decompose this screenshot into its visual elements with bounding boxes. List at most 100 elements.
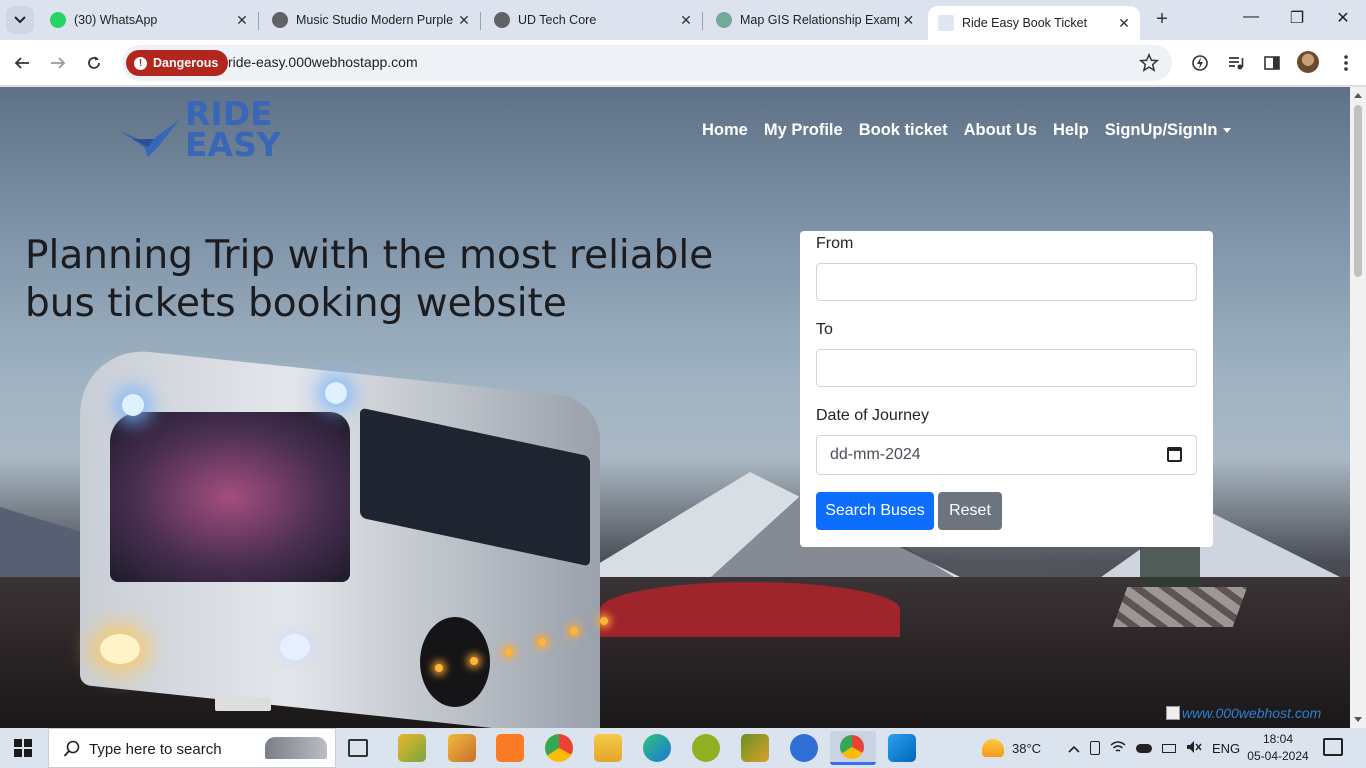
page-scrollbar[interactable] (1350, 87, 1366, 728)
bus-marker-light (600, 617, 608, 625)
notification-center-icon[interactable] (1323, 738, 1343, 756)
language-indicator[interactable]: ENG (1212, 728, 1240, 768)
url-text[interactable]: ride-easy.000webhostapp.com (228, 54, 418, 70)
chrome-icon[interactable] (545, 734, 573, 762)
show-hidden-icons-chevron-icon[interactable] (1068, 741, 1080, 756)
from-input[interactable] (816, 263, 1197, 301)
ride-easy-logo[interactable]: RIDE EASY (118, 97, 281, 163)
globe-icon (272, 12, 288, 28)
forward-button[interactable] (44, 49, 72, 77)
media-control-icon[interactable] (1224, 51, 1248, 75)
scroll-up-arrow-icon[interactable] (1354, 93, 1362, 98)
hero-section: RIDE EASY Home My Profile Book ticket Ab… (0, 87, 1350, 728)
search-icon (63, 740, 81, 763)
tab-map-gis[interactable]: Map GIS Relationship Examp ✕ (706, 6, 924, 34)
nav-help[interactable]: Help (1053, 121, 1089, 140)
nav-signup-signin-dropdown[interactable]: SignUp/SignIn (1105, 121, 1232, 140)
onedrive-cloud-icon[interactable] (1136, 743, 1152, 753)
tab-whatsapp[interactable]: (30) WhatsApp ✕ (40, 6, 259, 34)
close-icon[interactable]: ✕ (1114, 15, 1134, 32)
tab-search-button[interactable] (6, 6, 34, 34)
bus-headlight (280, 634, 310, 660)
back-button[interactable] (8, 49, 36, 77)
bookmark-star-icon[interactable] (1138, 52, 1160, 74)
profile-avatar[interactable] (1297, 51, 1319, 73)
bus-headlight (100, 634, 140, 664)
nav-home[interactable]: Home (702, 121, 748, 140)
tab-ud-tech-core[interactable]: UD Tech Core ✕ (484, 6, 703, 34)
bus-search-form: From To Date of Journey dd-mm-2024 Searc… (800, 231, 1213, 547)
bus-marker-light (538, 638, 546, 646)
reset-button[interactable]: Reset (938, 492, 1002, 530)
nav-signup-signin[interactable]: SignUp/SignIn (1105, 121, 1218, 139)
file-explorer-icon[interactable] (594, 734, 622, 762)
nav-my-profile[interactable]: My Profile (764, 121, 843, 140)
background-shed (1140, 547, 1200, 587)
scrollbar-thumb[interactable] (1354, 105, 1362, 277)
xampp-tool-icon[interactable] (448, 734, 476, 762)
to-input[interactable] (816, 349, 1197, 387)
browser-tab-strip: (30) WhatsApp ✕ Music Studio Modern Purp… (0, 0, 1366, 40)
more-menu-icon[interactable] (1334, 51, 1358, 75)
task-view-icon[interactable] (348, 739, 368, 757)
close-icon[interactable]: ✕ (899, 12, 918, 29)
whatsapp-icon (50, 12, 66, 28)
chrome-profile-icon[interactable] (830, 731, 876, 765)
chatgpt-icon (716, 12, 732, 28)
scroll-down-arrow-icon[interactable] (1354, 717, 1362, 722)
tab-separator (480, 12, 481, 30)
speaker-muted-icon[interactable] (1186, 740, 1202, 757)
date-of-journey-input[interactable]: dd-mm-2024 (816, 435, 1197, 475)
xampp-icon[interactable] (496, 734, 524, 762)
wifi-icon[interactable] (1110, 740, 1126, 757)
maximize-button[interactable]: ❐ (1274, 8, 1320, 32)
tab-music-studio[interactable]: Music Studio Modern Purple ✕ (262, 6, 481, 34)
hero-bus-image (40, 344, 620, 728)
reload-icon (88, 56, 100, 69)
vscode-icon[interactable] (888, 734, 916, 762)
arrow-right-icon (51, 57, 66, 69)
clock-date: 05-04-2024 (1247, 749, 1309, 763)
webhost-badge-text: www.000webhost.com (1182, 705, 1322, 721)
date-value: dd-mm-2024 (830, 446, 921, 463)
qgis-tool-icon[interactable] (741, 734, 769, 762)
taskbar-search-box[interactable]: Type here to search (48, 728, 336, 768)
arrow-left-icon (14, 57, 29, 69)
to-label: To (816, 321, 833, 338)
taskbar-clock[interactable]: 18:04 05-04-2024 (1246, 731, 1310, 765)
new-tab-button[interactable]: + (1150, 8, 1174, 32)
close-icon[interactable]: ✕ (232, 12, 252, 29)
bus-roof-light (122, 394, 144, 416)
search-buses-button[interactable]: Search Buses (816, 492, 934, 530)
xampp-control-icon[interactable] (398, 734, 426, 762)
reload-button[interactable] (80, 49, 108, 77)
close-window-button[interactable]: ✕ (1320, 8, 1366, 32)
qgis-icon[interactable] (692, 734, 720, 762)
performance-icon[interactable] (1188, 51, 1212, 75)
edge-icon[interactable] (643, 734, 671, 762)
webhost-badge[interactable]: www.000webhost.com (1166, 705, 1321, 721)
bus-windshield (110, 412, 350, 582)
battery-icon[interactable] (1162, 743, 1176, 753)
windows-taskbar: Type here to search 38°C ENG 18:04 05-04… (0, 728, 1366, 768)
windows-start-icon[interactable] (14, 739, 32, 757)
tab-title: UD Tech Core (518, 13, 597, 27)
usb-device-icon[interactable] (1090, 741, 1100, 755)
nav-about-us[interactable]: About Us (964, 121, 1037, 140)
tab-ride-easy[interactable]: Ride Easy Book Ticket ✕ (928, 6, 1140, 40)
minimize-button[interactable]: — (1228, 8, 1274, 32)
nav-book-ticket[interactable]: Book ticket (859, 121, 948, 140)
clock-time: 18:04 (1262, 732, 1294, 746)
hero-headline: Planning Trip with the most reliable bus… (25, 233, 714, 326)
tab-separator (702, 12, 703, 30)
close-icon[interactable]: ✕ (676, 12, 696, 29)
address-bar[interactable]: ! Dangerous ride-easy.000webhostapp.com (122, 45, 1172, 81)
tab-title: Map GIS Relationship Examp (740, 13, 899, 27)
side-panel-icon[interactable] (1260, 51, 1284, 75)
weather-widget[interactable]: 38°C (982, 728, 1041, 768)
translate-icon[interactable] (790, 734, 818, 762)
security-warning-chip[interactable]: ! Dangerous (126, 50, 229, 76)
calendar-icon[interactable] (1167, 447, 1182, 462)
tab-separator (258, 12, 259, 30)
close-icon[interactable]: ✕ (454, 12, 474, 29)
